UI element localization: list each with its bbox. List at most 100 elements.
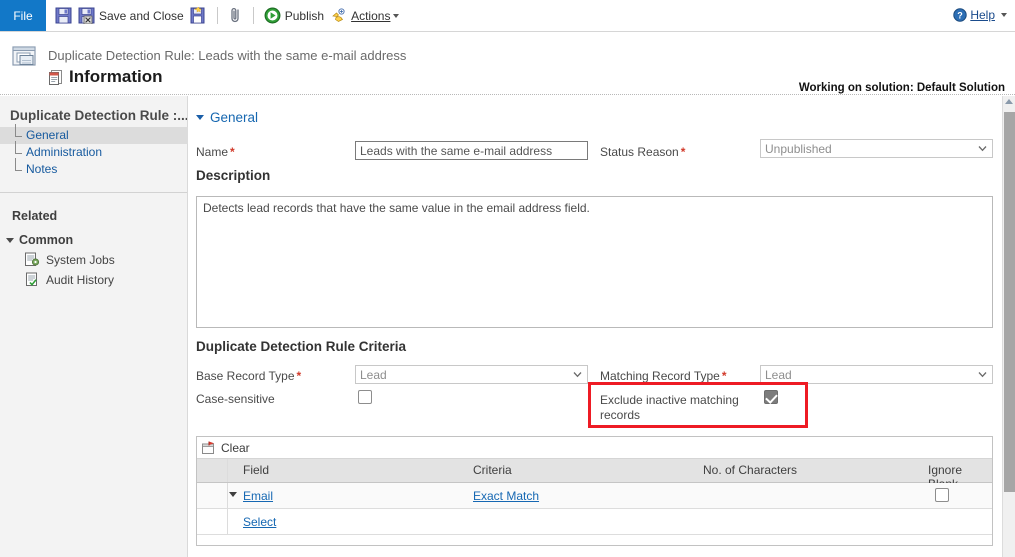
general-section-title: General [210, 110, 259, 125]
publish-green-arrow-icon [264, 7, 281, 24]
description-textarea[interactable]: Detects lead records that have the same … [196, 196, 993, 328]
matching-record-type-select[interactable]: Lead [760, 365, 993, 384]
sidebar-item-label: Notes [26, 162, 58, 176]
duplicate-detection-rule-icon [12, 44, 40, 70]
command-buttons: Save and Close Publish Actions [52, 0, 402, 31]
status-reason-select[interactable]: Unpublished [760, 139, 993, 158]
base-record-type-select[interactable]: Lead [355, 365, 588, 384]
system-jobs-icon [24, 252, 40, 267]
help-icon: ? [953, 8, 968, 22]
name-input[interactable]: Leads with the same e-mail address [355, 141, 588, 160]
sidebar-item-label: Administration [26, 145, 103, 159]
column-header-criteria[interactable]: Criteria [473, 463, 512, 477]
sidebar-item-label: General [26, 128, 69, 142]
criteria-section-title: Duplicate Detection Rule Criteria [196, 339, 407, 354]
name-status-row: Name * Leads with the same e-mail address… [188, 139, 1003, 167]
grid-divider [227, 483, 228, 508]
case-sensitive-label: Case-sensitive [196, 392, 275, 406]
cell-criteria[interactable]: Exact Match [473, 489, 539, 503]
help-button[interactable]: ? Help [953, 4, 1007, 26]
status-reason-value: Unpublished [765, 142, 832, 156]
actions-hand-icon [330, 7, 347, 24]
scrollbar-thumb[interactable] [1004, 112, 1015, 492]
clear-button[interactable]: Clear [221, 441, 250, 455]
scroll-up-arrow-icon[interactable] [1005, 99, 1013, 104]
toolbar-separator-1 [216, 7, 218, 24]
file-tab[interactable]: File [0, 0, 46, 31]
vertical-scrollbar[interactable] [1002, 96, 1015, 557]
clear-icon [201, 440, 216, 455]
actions-label: Actions [351, 8, 391, 23]
page-title: Information [69, 67, 163, 86]
sidebar-item-system-jobs[interactable]: System Jobs [0, 247, 187, 267]
svg-text:?: ? [958, 10, 964, 20]
save-close-icon [78, 7, 95, 24]
column-header-field[interactable]: Field [243, 463, 269, 477]
general-section-header[interactable]: General [196, 110, 1003, 125]
description-value: Detects lead records that have the same … [203, 201, 590, 215]
save-button[interactable] [52, 3, 75, 29]
exclude-inactive-label: Exclude inactive matching records [600, 393, 739, 422]
help-label: Help [970, 8, 995, 22]
description-label: Description [196, 168, 271, 183]
name-input-value: Leads with the same e-mail address [360, 144, 553, 158]
chevron-down-icon [573, 370, 582, 378]
publish-button[interactable]: Publish [261, 3, 327, 29]
nav-group-common[interactable]: Common [0, 223, 187, 247]
nav-group-label: Common [19, 233, 74, 247]
table-row-new[interactable]: Select [197, 509, 992, 535]
actions-button[interactable]: Actions [327, 3, 402, 29]
grid-toolbar: Clear [197, 437, 992, 459]
save-and-close-button[interactable]: Save and Close [75, 3, 187, 29]
cell-field[interactable]: Email [243, 489, 273, 503]
sidebar-item-general[interactable]: General [0, 124, 188, 144]
save-as-new-button[interactable] [187, 3, 210, 29]
file-tab-label: File [13, 8, 33, 23]
solution-context-label: Working on solution: Default Solution [798, 82, 1005, 94]
matching-record-type-label: Matching Record Type * [600, 369, 727, 383]
information-form-icon [48, 69, 64, 86]
nav-form-sections: General Administration Notes [0, 124, 188, 178]
save-and-close-label: Save and Close [99, 8, 184, 23]
left-navigation: Duplicate Detection Rule :... General Ad… [0, 96, 188, 557]
select-link[interactable]: Select [243, 515, 276, 529]
table-row[interactable]: Email Exact Match [197, 483, 992, 509]
publish-label: Publish [284, 8, 325, 23]
page-title-wrap: Information [48, 67, 163, 87]
sidebar-item-label: System Jobs [46, 252, 115, 267]
chevron-down-icon [978, 370, 987, 378]
name-label: Name * [196, 145, 235, 159]
case-sensitive-checkbox[interactable] [358, 390, 372, 404]
triangle-expanded-icon [6, 237, 14, 243]
sidebar-item-label: Audit History [46, 272, 115, 287]
status-reason-label: Status Reason * [600, 145, 686, 159]
new-record-icon [190, 7, 207, 24]
sidebar-item-audit-history[interactable]: Audit History [0, 267, 187, 287]
sidebar-item-administration[interactable]: Administration [12, 141, 187, 161]
page-subtitle: Duplicate Detection Rule: Leads with the… [48, 48, 407, 63]
criteria-grid: Clear Field Criteria No. of Characters I… [196, 436, 993, 546]
attach-button[interactable] [225, 3, 246, 29]
nav-heading: Duplicate Detection Rule :... [10, 108, 187, 123]
ribbon-toolbar: File Save and Close Publish Actions ? He… [0, 0, 1015, 32]
triangle-expanded-icon [196, 115, 204, 120]
page-header: Duplicate Detection Rule: Leads with the… [0, 32, 1015, 95]
matching-record-type-value: Lead [765, 368, 792, 382]
help-chevron-down-icon [1001, 13, 1007, 17]
audit-history-icon [24, 272, 40, 287]
grid-divider [227, 509, 228, 534]
base-record-type-value: Lead [360, 368, 387, 382]
base-record-type-label: Base Record Type * [196, 369, 302, 383]
row-expander-chevron-down-icon[interactable] [229, 492, 237, 497]
toolbar-separator-2 [252, 7, 254, 24]
grid-header-row: Field Criteria No. of Characters Ignore … [197, 459, 992, 491]
paperclip-icon [228, 7, 243, 24]
grid-divider [227, 459, 228, 482]
cell-ignore-blank-checkbox[interactable] [935, 488, 949, 502]
chevron-down-icon [393, 13, 400, 18]
save-icon [55, 7, 72, 24]
exclude-inactive-checkbox[interactable] [764, 390, 778, 404]
sidebar-item-notes[interactable]: Notes [12, 158, 187, 178]
chevron-down-icon [978, 144, 987, 152]
column-header-no-of-characters[interactable]: No. of Characters [703, 463, 797, 477]
